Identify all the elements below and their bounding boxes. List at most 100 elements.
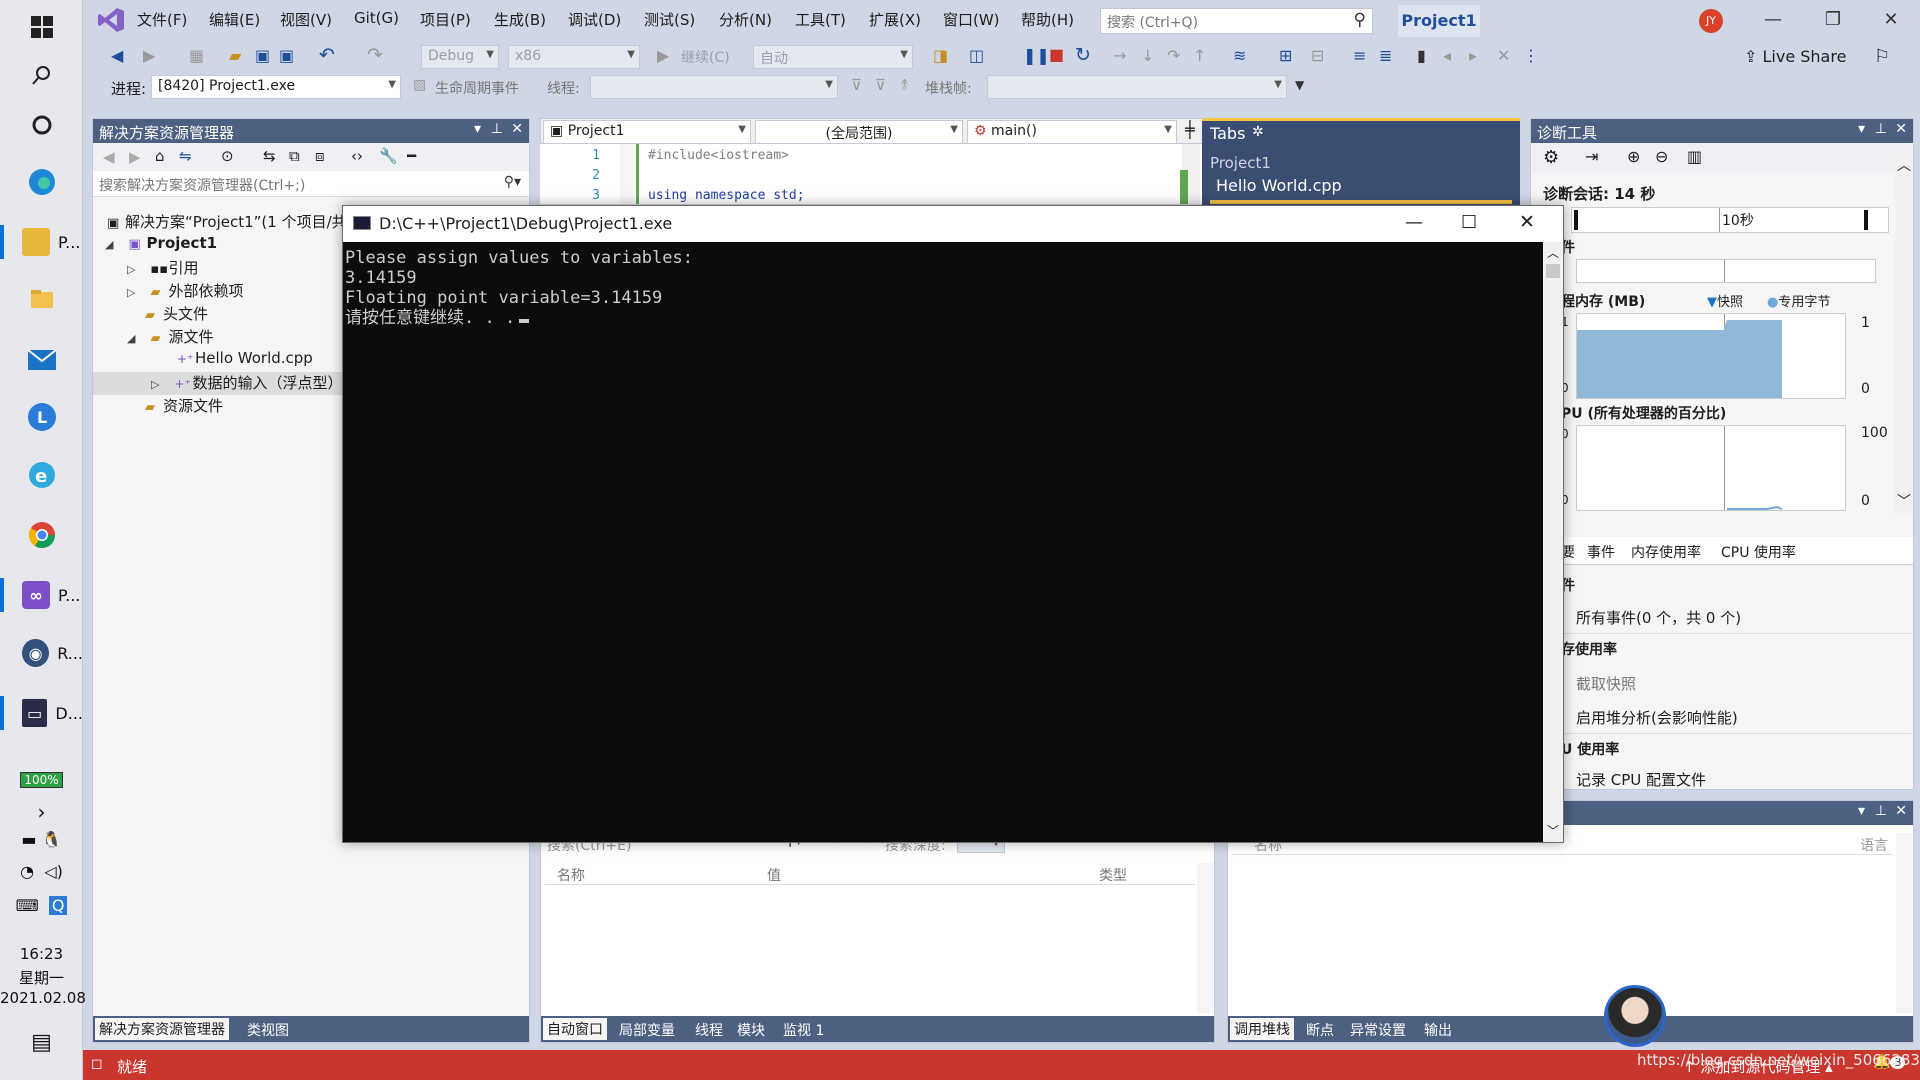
scroll-up-icon[interactable]: ︿: [1897, 155, 1911, 175]
filter-icon[interactable]: ⊽: [851, 76, 862, 94]
toolbar-options-icon[interactable]: ⋮: [1523, 46, 1539, 65]
tree-project[interactable]: ◢ ▣ Project1: [105, 234, 217, 257]
undo-icon[interactable]: ↶: [319, 44, 335, 66]
taskbar-app-folder[interactable]: P...: [0, 215, 83, 269]
dropdown-icon[interactable]: ▾: [1858, 121, 1865, 137]
tab-modules[interactable]: 模块: [737, 1020, 765, 1040]
menu-window[interactable]: 窗口(W): [943, 9, 1000, 30]
settings-icon[interactable]: ⚙: [1543, 147, 1559, 168]
tab-call-stack[interactable]: 调用堆栈: [1230, 1018, 1294, 1040]
console-output[interactable]: Please assign values to variables: 3.141…: [343, 242, 1543, 842]
pause-icon[interactable]: ❚❚: [1023, 46, 1050, 65]
tab-class-view[interactable]: 类视图: [247, 1020, 289, 1040]
split-icon[interactable]: ╪: [1185, 120, 1195, 139]
column-language[interactable]: 语言: [1860, 835, 1888, 855]
taskbar-app-console[interactable]: ▭ D...: [0, 686, 83, 740]
process-icon[interactable]: ◨: [933, 46, 948, 65]
tree-source-files[interactable]: ◢ ▰ 源文件: [127, 326, 214, 349]
collapsed-icon[interactable]: ▷: [127, 263, 141, 276]
gear-icon[interactable]: ✲: [1252, 124, 1264, 140]
vs-search-input[interactable]: 搜索 (Ctrl+Q) ⚲: [1100, 8, 1373, 34]
tab-file-entry[interactable]: Hello World.cpp: [1216, 176, 1342, 195]
clock-weekday[interactable]: 星期一: [0, 967, 83, 988]
diagnostics-scrollbar[interactable]: ︿ ﹀: [1895, 155, 1913, 515]
comment-icon[interactable]: ≣: [1379, 46, 1392, 65]
tab-breakpoints[interactable]: 断点: [1306, 1020, 1334, 1040]
menu-git[interactable]: Git(G): [354, 9, 399, 27]
record-cpu-profile-button[interactable]: 记录 CPU 配置文件: [1576, 769, 1706, 790]
stop-icon[interactable]: ■: [1049, 45, 1064, 64]
forward-icon[interactable]: ▶: [143, 46, 155, 65]
pin-icon[interactable]: ⊥: [491, 121, 503, 137]
tree-resource-files[interactable]: ▰ 资源文件: [145, 395, 223, 418]
app-q-icon[interactable]: Q: [48, 896, 68, 915]
menu-build[interactable]: 生成(B): [494, 9, 546, 30]
tab-output[interactable]: 输出: [1424, 1020, 1452, 1040]
save-all-icon[interactable]: ▣: [279, 46, 294, 65]
app-l-icon[interactable]: L: [0, 390, 83, 444]
step-out-icon[interactable]: ↑: [1193, 46, 1206, 65]
scroll-down-icon[interactable]: ﹀: [1547, 822, 1559, 839]
zoom-in-icon[interactable]: ⊕: [1627, 147, 1640, 166]
cortana-icon[interactable]: [0, 98, 83, 152]
bookmark-icon[interactable]: ▮: [1417, 46, 1426, 65]
menu-tools[interactable]: 工具(T): [795, 9, 846, 30]
tab-autos[interactable]: 自动窗口: [543, 1018, 607, 1040]
column-value[interactable]: 值: [767, 865, 781, 885]
indent-icon[interactable]: ≡: [1353, 46, 1366, 65]
feedback-icon[interactable]: ⚐: [1874, 46, 1890, 67]
new-project-icon[interactable]: ▦: [189, 46, 204, 65]
column-type[interactable]: 类型: [1099, 865, 1127, 885]
clock-date[interactable]: 2021.02.08: [0, 989, 86, 1007]
show-all-files-icon[interactable]: ⧈: [315, 147, 325, 165]
continue-button[interactable]: 继续(C): [681, 47, 730, 67]
back-icon[interactable]: ◀: [111, 46, 123, 65]
autos-scrollbar[interactable]: [1197, 863, 1213, 1013]
qq-icon[interactable]: 🐧: [42, 830, 62, 849]
collapsed-icon[interactable]: ▷: [127, 286, 141, 299]
forward-icon[interactable]: ▶: [129, 148, 141, 166]
memory-chart[interactable]: [1576, 313, 1846, 399]
hex-icon[interactable]: ≋: [1233, 46, 1246, 65]
open-folder-icon[interactable]: ▰: [229, 46, 241, 65]
expanded-icon[interactable]: ◢: [105, 238, 119, 251]
stack-frame-select[interactable]: ▼: [987, 75, 1287, 99]
console-window[interactable]: D:\C++\Project1\Debug\Project1.exe — ☐ ✕…: [342, 205, 1564, 843]
save-icon[interactable]: ▣: [255, 46, 270, 65]
taskbar-app-r[interactable]: ◉ R...: [0, 626, 83, 680]
restore-icon[interactable]: ❐: [1818, 9, 1848, 30]
collapsed-icon[interactable]: ▷: [151, 378, 165, 391]
chrome-icon[interactable]: [0, 508, 83, 562]
floating-avatar[interactable]: [1604, 985, 1666, 1047]
close-icon[interactable]: ✕: [511, 121, 523, 137]
tab-events[interactable]: 事件: [1587, 542, 1615, 562]
keyboard-icon[interactable]: ▬: [21, 830, 36, 849]
minimize-icon[interactable]: —: [1405, 212, 1423, 233]
close-icon[interactable]: ✕: [1895, 121, 1907, 137]
project-combo[interactable]: ▣ Project1 ▼: [543, 120, 751, 144]
export-icon[interactable]: ⇥: [1585, 147, 1598, 166]
tab-locals[interactable]: 局部变量: [619, 1020, 675, 1040]
tree-solution-root[interactable]: ▣ 解决方案“Project1”(1 个项目/共: [107, 211, 347, 234]
back-icon[interactable]: ◀: [103, 148, 115, 166]
menu-extensions[interactable]: 扩展(X): [869, 9, 921, 30]
thread-flag-icon[interactable]: ⊟: [1311, 46, 1324, 65]
call-stack-scrollbar[interactable]: [1896, 833, 1912, 1013]
windows-start-icon[interactable]: [0, 0, 83, 54]
edge-icon[interactable]: [0, 155, 83, 209]
toolbar-overflow-icon[interactable]: ▼: [1295, 78, 1304, 92]
notification-icon[interactable]: ▤: [0, 1030, 83, 1055]
console-scrollbar[interactable]: ︿ ﹀: [1543, 242, 1563, 842]
thread-select[interactable]: ▼: [590, 75, 838, 99]
input-method-icon[interactable]: ⌨: [16, 896, 39, 915]
menu-edit[interactable]: 编辑(E): [209, 9, 260, 30]
step-over-icon[interactable]: ↷: [1167, 46, 1180, 65]
live-share-button[interactable]: ⇪ Live Share: [1744, 47, 1846, 66]
events-track[interactable]: [1576, 259, 1876, 283]
scroll-down-icon[interactable]: ﹀: [1897, 491, 1911, 511]
file-explorer-icon[interactable]: [0, 272, 83, 326]
tree-header-files[interactable]: ▰ 头文件: [145, 303, 208, 326]
maximize-icon[interactable]: ☐: [1461, 212, 1477, 233]
chevron-right-icon[interactable]: ›: [0, 800, 83, 824]
wifi-icon[interactable]: ◔: [20, 862, 34, 881]
